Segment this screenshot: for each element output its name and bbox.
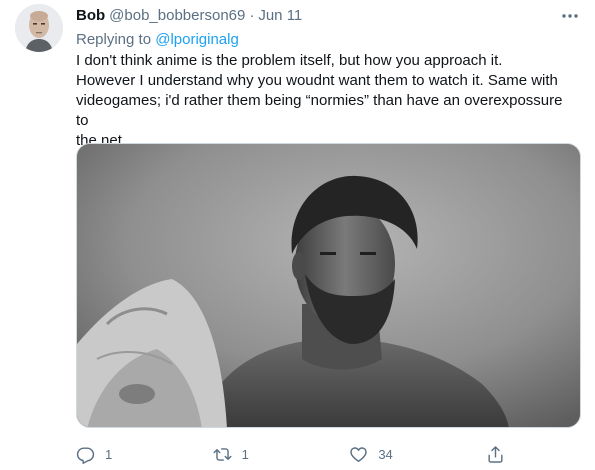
reply-button[interactable]: 1 — [76, 445, 176, 464]
tweet[interactable]: Bob @bob_bobberson69 · Jun 11 Replying t… — [0, 0, 595, 470]
more-horizontal-icon[interactable] — [559, 6, 581, 26]
like-count: 34 — [378, 446, 393, 462]
tweet-text-line: I don't think anime is the problem itsel… — [76, 52, 503, 69]
reply-count: 1 — [105, 446, 113, 462]
author-name[interactable]: Bob — [76, 6, 105, 26]
share-icon — [488, 445, 503, 463]
tweet-header: Bob @bob_bobberson69 · Jun 11 — [76, 6, 581, 26]
replying-to-mention[interactable]: @lporiginalg — [155, 31, 239, 48]
tweet-text: I don't think anime is the problem itsel… — [76, 51, 576, 151]
like-button[interactable]: 34 — [349, 445, 449, 464]
photo-image — [77, 144, 580, 427]
author-handle[interactable]: @bob_bobberson69 — [109, 6, 245, 26]
avatar[interactable] — [15, 4, 63, 52]
retweet-icon — [213, 447, 232, 461]
tweet-date[interactable]: Jun 11 — [258, 6, 302, 26]
tweet-text-line: videogames; i'd rather them being “normi… — [76, 92, 563, 129]
replying-to-label: Replying to — [76, 31, 156, 48]
retweet-count: 1 — [241, 446, 249, 462]
share-button[interactable] — [486, 445, 506, 464]
tweet-actions: 1 1 34 — [76, 442, 506, 466]
avatar-icon — [15, 4, 63, 52]
replying-to: Replying to @lporiginalg — [76, 30, 581, 50]
heart-icon — [350, 446, 368, 462]
tweet-content: Bob @bob_bobberson69 · Jun 11 Replying t… — [76, 6, 581, 464]
retweet-button[interactable]: 1 — [213, 445, 313, 464]
reply-icon — [76, 446, 95, 464]
separator-dot: · — [249, 7, 255, 24]
tweet-media-photo[interactable] — [76, 143, 581, 428]
tweet-text-line: However I understand why you woudnt want… — [76, 72, 558, 89]
